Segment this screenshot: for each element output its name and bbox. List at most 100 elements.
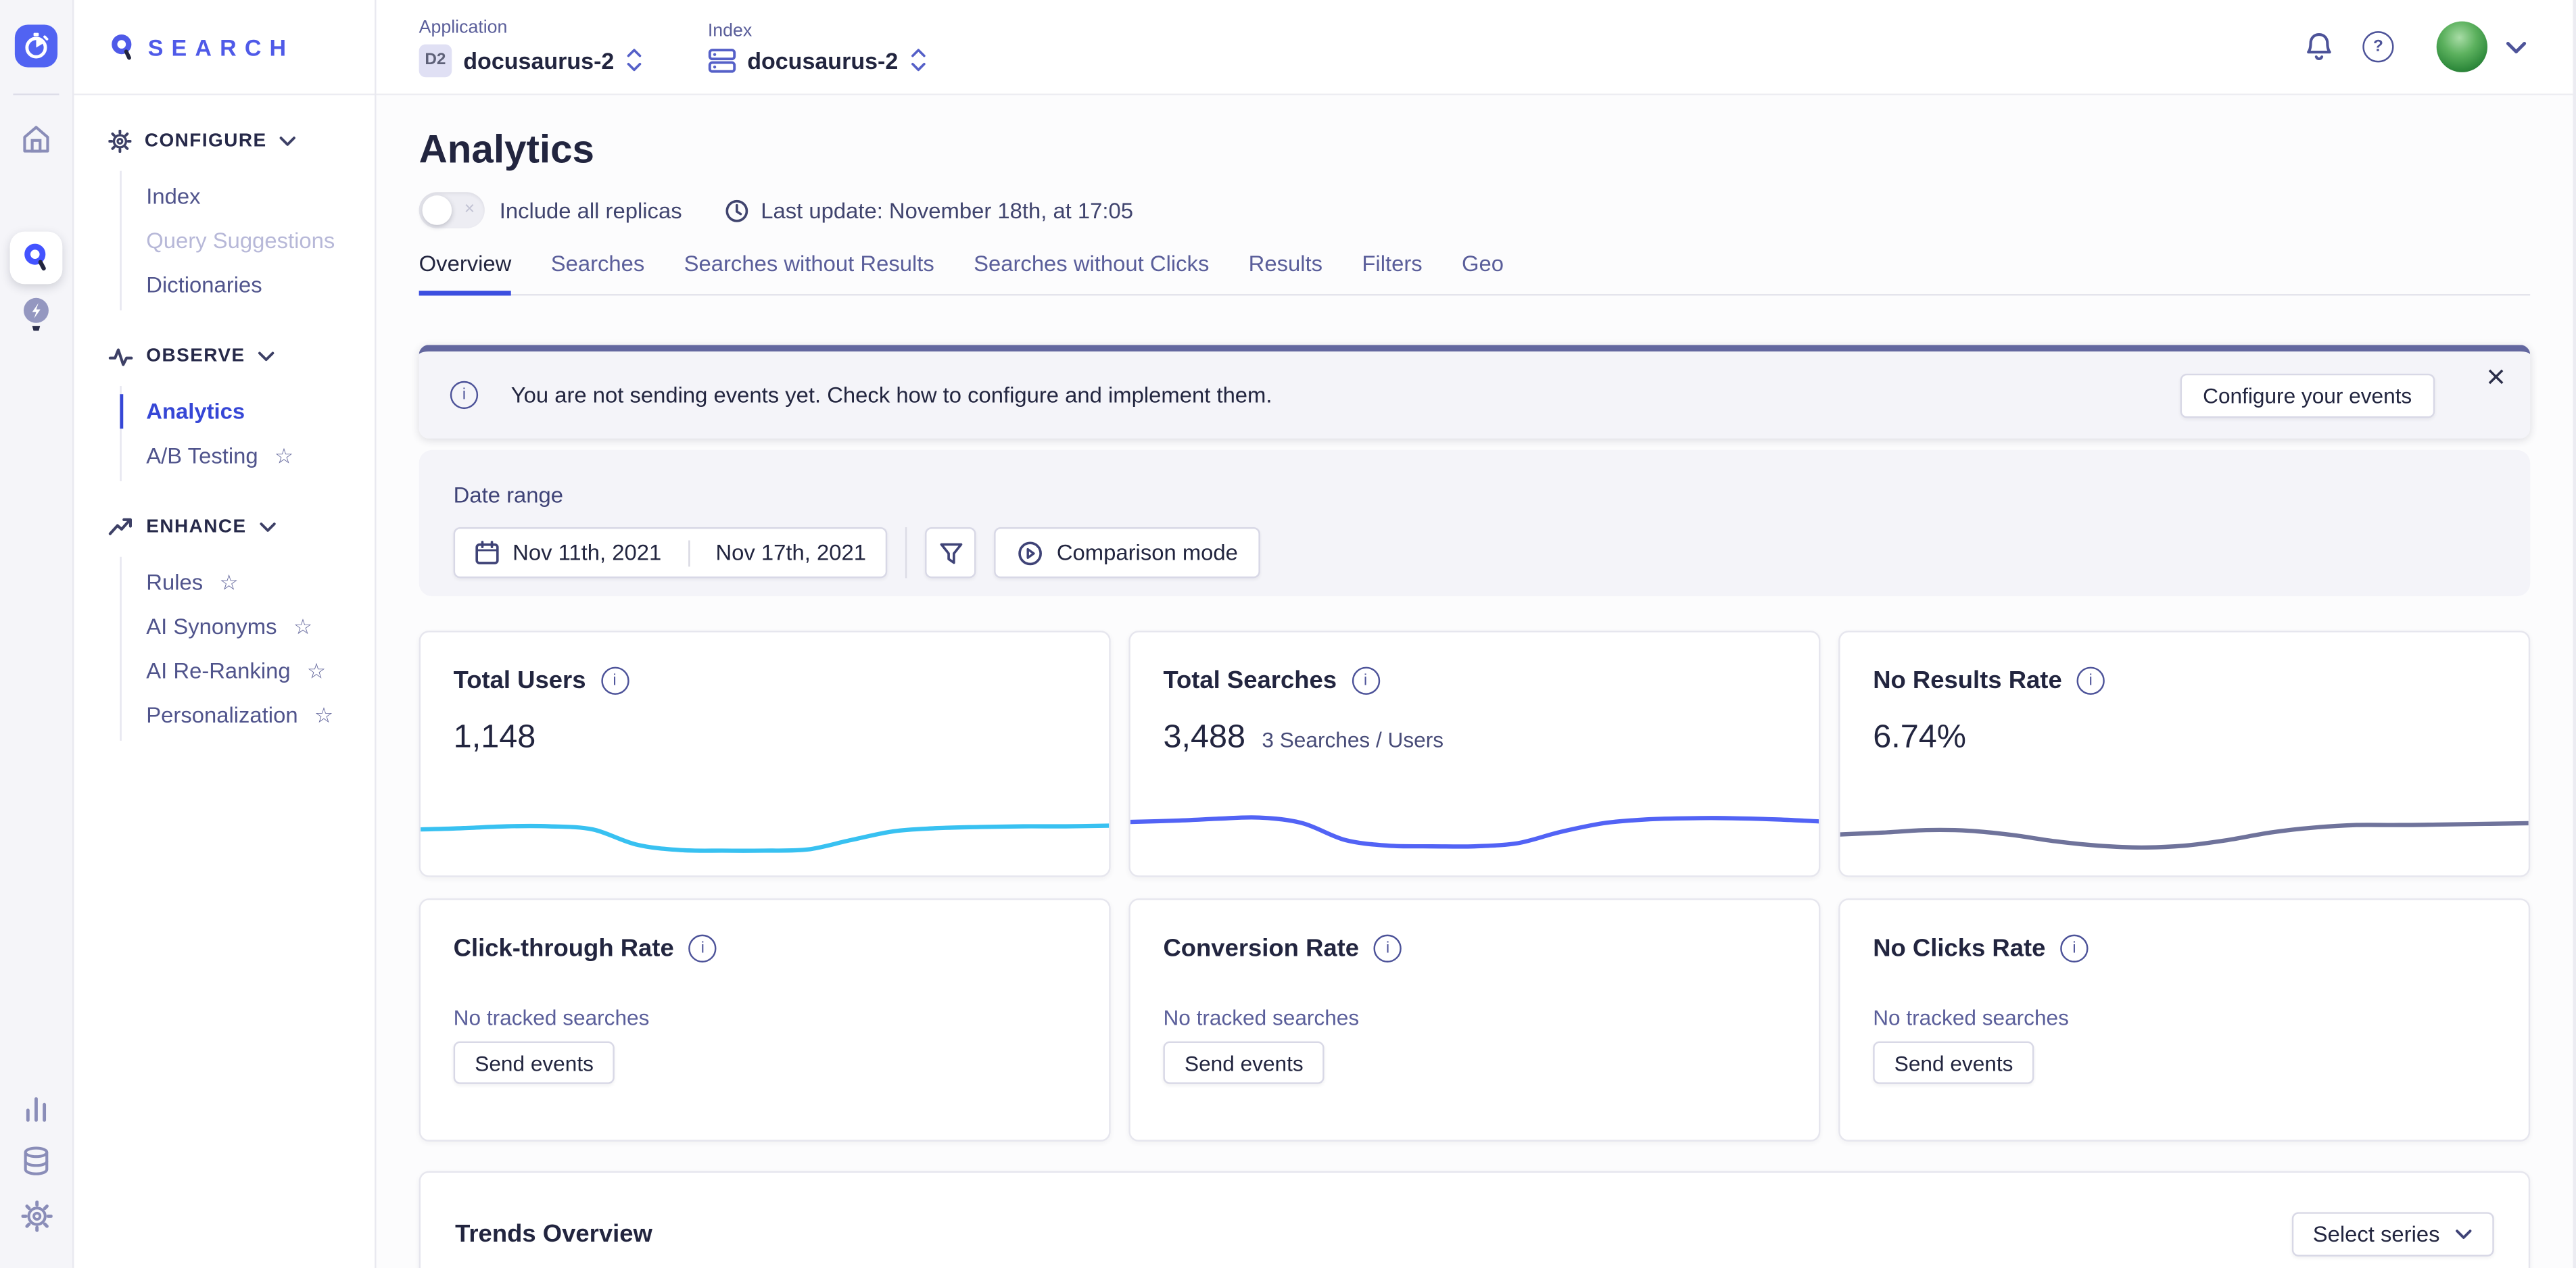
star-icon[interactable]: ☆ [293, 616, 312, 637]
date-range-button[interactable]: Nov 11th, 2021 Nov 17th, 2021 [454, 527, 888, 578]
info-icon[interactable]: i [1352, 667, 1379, 695]
star-icon[interactable]: ☆ [275, 445, 293, 467]
sidebar-item-rules[interactable]: Rules ☆ [146, 560, 375, 605]
card-title: No Clicks Rate [1873, 935, 2045, 962]
no-tracked-searches-note: No tracked searches [1873, 1005, 2496, 1029]
sidebar-item-label: Dictionaries [146, 272, 262, 297]
star-icon[interactable]: ☆ [314, 704, 333, 726]
question-mark-icon: ? [2373, 38, 2383, 56]
enhance-items: Rules ☆ AI Synonyms ☆ AI Re-Ranking ☆ Pe… [120, 557, 375, 741]
configure-section-header[interactable]: CONFIGURE [108, 126, 375, 156]
application-select[interactable]: D2 docusaurus-2 [419, 43, 642, 76]
bell-icon [2304, 30, 2335, 64]
play-circle-icon [1018, 539, 1044, 566]
bar-chart-icon [22, 1094, 51, 1123]
last-update-text: Last update: November 18th, at 17:05 [761, 198, 1133, 222]
no-tracked-searches-note: No tracked searches [1163, 1005, 1786, 1029]
info-icon[interactable]: i [1374, 935, 1402, 962]
date-start: Nov 11th, 2021 [512, 540, 661, 564]
sidebar-item-label: A/B Testing [146, 443, 258, 468]
page-meta-row: × Include all replicas Last update: Nove… [419, 192, 2531, 228]
sidebar-item-label: AI Re-Ranking [146, 658, 290, 683]
empty-metric-cards-row: Click-through Rate i No tracked searches… [419, 898, 2531, 1142]
select-carets-icon [625, 47, 642, 72]
select-series-button[interactable]: Select series [2291, 1212, 2494, 1257]
notifications-button[interactable] [2304, 30, 2335, 64]
close-icon[interactable]: × [2480, 355, 2512, 401]
enhance-section-label: ENHANCE [146, 517, 246, 537]
current-app-icon[interactable] [15, 24, 57, 67]
lightbulb-bolt-icon [18, 295, 54, 335]
total-users-sparkline [421, 794, 1109, 866]
sidebar-item-dictionaries[interactable]: Dictionaries [146, 263, 375, 308]
include-replicas-toggle[interactable]: × [419, 192, 485, 228]
index-value: docusaurus-2 [747, 47, 898, 73]
chevron-down-icon [2454, 1229, 2473, 1240]
tab-results[interactable]: Results [1249, 251, 1322, 294]
no-results-rate-card: No Results Rate i 6.74% [1838, 631, 2530, 877]
logo-wordmark: SEARCH [148, 34, 295, 60]
observe-section-label: OBSERVE [146, 347, 245, 366]
info-icon[interactable]: i [600, 667, 628, 695]
no-results-rate-sparkline [1840, 794, 2529, 866]
configure-events-button[interactable]: Configure your events [2180, 373, 2435, 418]
search-product-nav[interactable] [10, 232, 63, 285]
filter-button[interactable] [925, 527, 976, 578]
sidebar-item-query-suggestions[interactable]: Query Suggestions [146, 218, 375, 263]
send-events-button[interactable]: Send events [1873, 1042, 2034, 1084]
observe-section-header[interactable]: OBSERVE [108, 341, 375, 371]
sidebar-item-ai-reranking[interactable]: AI Re-Ranking ☆ [146, 649, 375, 693]
total-users-card: Total Users i 1,148 [419, 631, 1111, 877]
no-clicks-rate-card: No Clicks Rate i No tracked searches Sen… [1838, 898, 2530, 1142]
index-select[interactable]: docusaurus-2 [708, 47, 926, 73]
tab-overview[interactable]: Overview [419, 251, 512, 294]
tab-filters[interactable]: Filters [1362, 251, 1422, 294]
recommend-product-nav[interactable] [0, 295, 72, 335]
info-icon[interactable]: i [2077, 667, 2105, 695]
metric-cards-row: Total Users i 1,148 Total Searches i 3,4… [419, 631, 2531, 877]
sidebar-item-personalization[interactable]: Personalization ☆ [146, 693, 375, 737]
select-series-label: Select series [2313, 1222, 2440, 1246]
tab-searches-without-clicks[interactable]: Searches without Clicks [974, 251, 1209, 294]
controls-divider [905, 527, 907, 578]
tab-searches[interactable]: Searches [551, 251, 645, 294]
enhance-section-header[interactable]: ENHANCE [108, 512, 375, 542]
select-carets-icon [909, 47, 926, 72]
card-title: Total Users [454, 667, 586, 695]
sidebar-item-label: Query Suggestions [146, 228, 335, 253]
star-icon[interactable]: ☆ [219, 572, 238, 593]
settings-rail-nav[interactable] [0, 1200, 72, 1232]
sidebar-item-ab-testing[interactable]: A/B Testing ☆ [146, 434, 375, 479]
home-icon [20, 123, 53, 156]
send-events-button[interactable]: Send events [1163, 1042, 1325, 1084]
card-title: Total Searches [1163, 667, 1337, 695]
topbar: Application D2 docusaurus-2 Index doc [375, 0, 2576, 95]
sidebar-item-index[interactable]: Index [146, 174, 375, 219]
data-rail-nav[interactable] [0, 1145, 72, 1178]
comparison-mode-button[interactable]: Comparison mode [995, 527, 1261, 578]
scrollbar-track[interactable] [2573, 0, 2576, 1268]
analytics-tabs: Overview Searches Searches without Resul… [419, 251, 2531, 296]
tab-searches-without-results[interactable]: Searches without Results [684, 251, 934, 294]
info-icon[interactable]: i [689, 935, 717, 962]
send-events-button[interactable]: Send events [454, 1042, 615, 1084]
stopwatch-icon [22, 31, 51, 61]
sidebar-section-enhance: ENHANCE Rules ☆ AI Synonyms ☆ AI Re-Rank… [74, 512, 375, 741]
star-icon[interactable]: ☆ [307, 660, 326, 682]
date-separator [688, 539, 689, 566]
analytics-rail-nav[interactable] [0, 1094, 72, 1123]
user-avatar[interactable] [2437, 22, 2487, 72]
metric-value: 1,148 [454, 719, 536, 757]
sidebar-item-ai-synonyms[interactable]: AI Synonyms ☆ [146, 604, 375, 649]
search-logo[interactable]: SEARCH [74, 0, 375, 95]
sidebar-item-analytics[interactable]: Analytics [146, 389, 375, 434]
total-searches-card: Total Searches i 3,488 3 Searches / User… [1128, 631, 1820, 877]
banner-message: You are not sending events yet. Check ho… [511, 383, 1272, 407]
tab-geo[interactable]: Geo [1462, 251, 1504, 294]
date-range-controls: Nov 11th, 2021 Nov 17th, 2021 Comparison [454, 527, 2496, 578]
user-menu-chevron-icon[interactable] [2506, 41, 2527, 53]
home-nav[interactable] [0, 123, 72, 156]
trends-overview-card: Trends Overview Select series [419, 1171, 2531, 1268]
info-icon[interactable]: i [2060, 935, 2088, 962]
help-button[interactable]: ? [2362, 31, 2393, 62]
